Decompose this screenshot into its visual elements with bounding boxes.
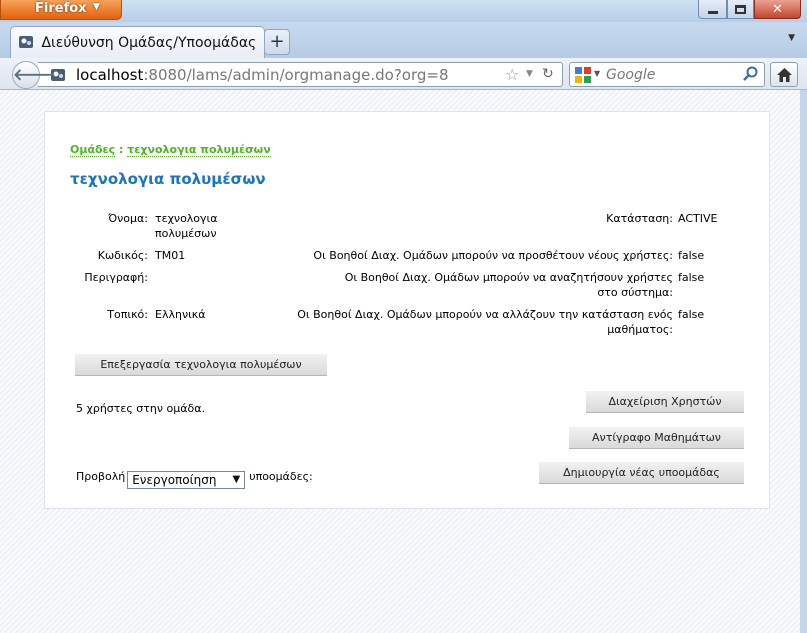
window-controls: ✕ xyxy=(698,0,801,19)
firefox-menu-button[interactable]: Firefox ▼ xyxy=(0,0,122,20)
view-suffix-label: υποομάδες: xyxy=(249,470,313,483)
group-details-panel: Ομάδες : τεχνολογια πολυμέσων τεχνολογια… xyxy=(44,111,770,509)
back-arrow-icon: 🡐 xyxy=(13,65,56,84)
subgroup-status-selected: Ενεργοποίηση xyxy=(132,473,217,487)
engine-dropdown-icon[interactable]: ▼ xyxy=(594,69,600,78)
new-tab-button[interactable]: + xyxy=(264,29,290,55)
breadcrumb-separator: : xyxy=(115,143,128,156)
close-icon: ✕ xyxy=(772,1,783,17)
address-bar[interactable]: localhost:8080/lams/admin/orgmanage.do?o… xyxy=(38,62,563,87)
create-subgroup-button[interactable]: Δημιουργία νέας υποομάδας xyxy=(539,462,744,484)
navigation-toolbar: localhost:8080/lams/admin/orgmanage.do?o… xyxy=(0,58,807,90)
copy-lessons-button[interactable]: Αντίγραφο Μαθημάτων xyxy=(569,427,744,449)
minimize-button[interactable] xyxy=(698,0,727,19)
url-text: localhost:8080/lams/admin/orgmanage.do?o… xyxy=(76,66,449,84)
lams-favicon-icon xyxy=(19,36,33,48)
code-value: TM01 xyxy=(155,249,186,262)
breadcrumb: Ομάδες : τεχνολογια πολυμέσων xyxy=(70,143,271,157)
status-label: Κατάσταση: xyxy=(606,212,673,225)
search-icon[interactable] xyxy=(742,65,760,83)
maximize-button[interactable] xyxy=(727,0,754,19)
users-count-text: 5 χρήστες στην ομάδα. xyxy=(76,402,205,415)
add-users-label: Οι Βοηθοί Διαχ. Ομάδων μπορούν να προσθέ… xyxy=(313,249,673,262)
add-users-value: false xyxy=(678,249,705,262)
select-arrow-icon: ▼ xyxy=(232,474,241,485)
close-window-button[interactable]: ✕ xyxy=(754,0,801,19)
view-prefix-label: Προβολή xyxy=(76,470,126,483)
change-status-value: false xyxy=(678,308,705,321)
page-title: τεχνολογια πολυμέσων xyxy=(70,170,266,188)
search-bar: ▼ xyxy=(569,62,765,87)
edit-group-button[interactable]: Επεξεργασία τεχνολογια πολυμέσων xyxy=(75,354,327,376)
tab-title: Διεύθυνση Ομάδας/Υποομάδας xyxy=(41,35,257,51)
caret-down-icon: ▼ xyxy=(93,2,100,12)
breadcrumb-groups-link[interactable]: Ομάδες xyxy=(70,143,116,157)
tab-strip: Διεύθυνση Ομάδας/Υποομάδας + ▼ xyxy=(0,22,807,58)
maximize-icon xyxy=(735,4,746,14)
home-icon xyxy=(777,68,792,82)
url-history-dropdown-icon[interactable]: ▼ xyxy=(526,69,533,79)
code-label: Κωδικός: xyxy=(97,249,148,262)
tab-list-chevron-icon[interactable]: ▼ xyxy=(788,33,795,43)
home-button[interactable] xyxy=(770,62,798,87)
minimize-icon xyxy=(707,10,718,14)
back-button[interactable]: 🡐 xyxy=(12,61,56,89)
search-users-label: Οι Βοηθοί Διαχ. Ομάδων μπορούν να αναζητ… xyxy=(344,271,673,299)
page-viewport: Ομάδες : τεχνολογια πολυμέσων τεχνολογια… xyxy=(0,90,800,633)
name-value: τεχνολογια πολυμέσων xyxy=(155,212,218,240)
locale-value: Ελληνικά xyxy=(155,308,206,321)
firefox-menu-label: Firefox xyxy=(35,1,87,16)
url-host: localhost xyxy=(76,66,144,84)
url-path: :8080/lams/admin/orgmanage.do?org=8 xyxy=(143,66,449,84)
breadcrumb-current-link[interactable]: τεχνολογια πολυμέσων xyxy=(127,143,271,157)
description-label: Περιγραφή: xyxy=(84,271,148,284)
subgroup-status-select[interactable]: Ενεργοποίηση ▼ xyxy=(127,471,246,489)
search-input[interactable] xyxy=(606,66,736,84)
reload-icon[interactable]: ↻ xyxy=(542,66,554,82)
manage-users-button[interactable]: Διαχείριση Χρηστών xyxy=(586,391,744,413)
locale-label: Τοπικό: xyxy=(107,308,148,321)
google-engine-icon[interactable] xyxy=(574,66,592,84)
window-right-border xyxy=(800,90,807,633)
subgroup-view-row: Προβολή Ενεργοποίηση ▼ υποομάδες: xyxy=(76,470,313,489)
change-status-label: Οι Βοηθοί Διαχ. Ομάδων μπορούν να αλλάζο… xyxy=(297,308,673,336)
window-titlebar: Firefox ▼ ✕ xyxy=(0,0,807,22)
name-label: Όνομα: xyxy=(108,212,148,225)
search-users-value: false xyxy=(678,271,705,284)
status-value: ACTIVE xyxy=(678,212,718,225)
tab-active[interactable]: Διεύθυνση Ομάδας/Υποομάδας xyxy=(10,26,265,58)
bookmark-star-icon[interactable]: ☆ xyxy=(505,65,519,84)
